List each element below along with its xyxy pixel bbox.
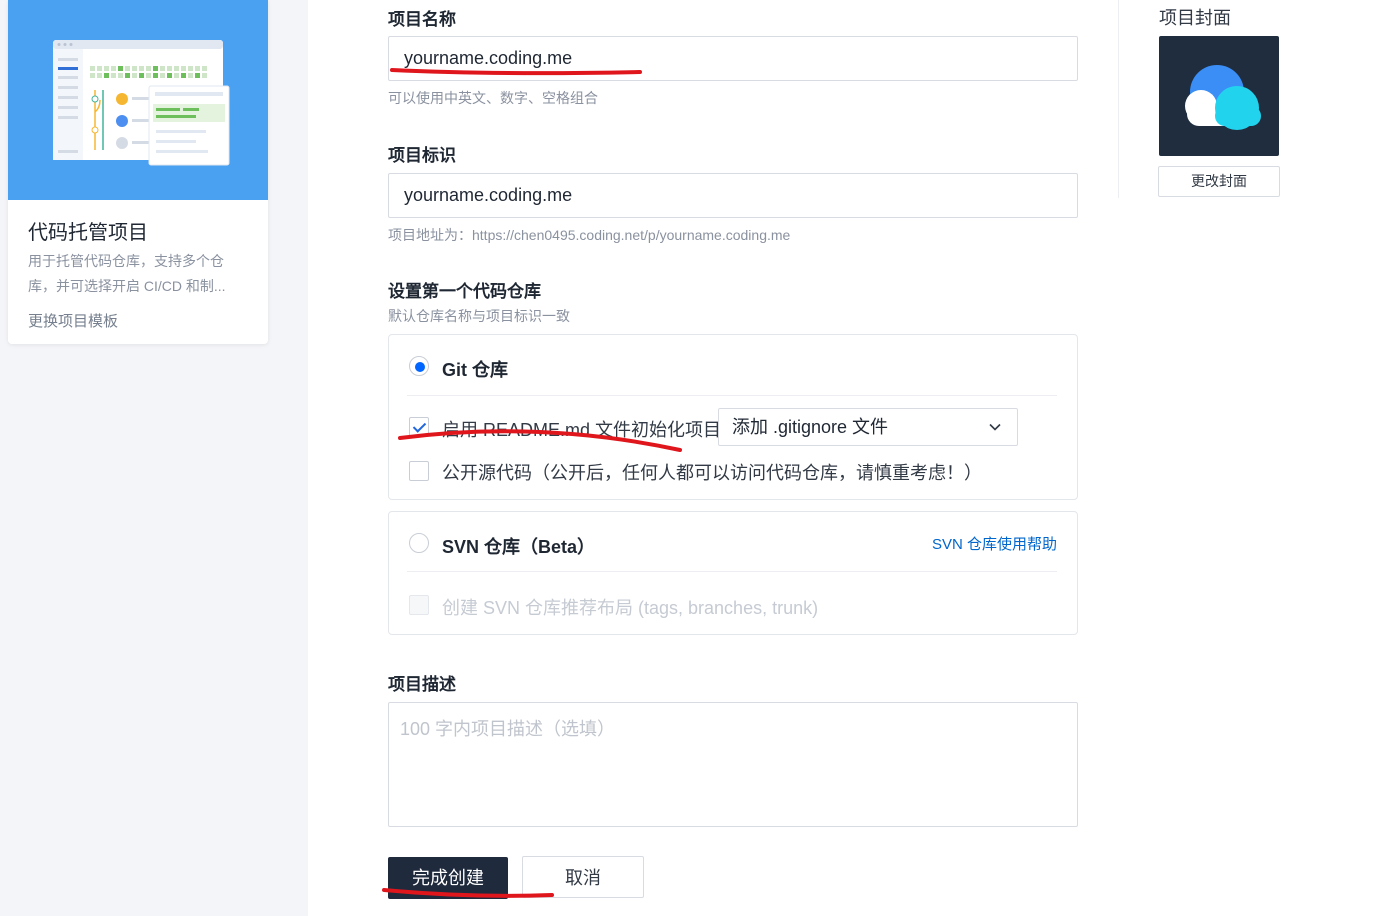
- template-description: 用于托管代码仓库，支持多个仓库，并可选择开启 CI/CD 和制...: [28, 253, 226, 294]
- first-repo-label: 设置第一个代码仓库: [388, 282, 541, 301]
- project-name-input[interactable]: yourname.coding.me: [388, 36, 1078, 81]
- cancel-button[interactable]: 取消: [522, 856, 644, 898]
- change-cover-button[interactable]: 更改封面: [1158, 166, 1280, 197]
- svn-help-link[interactable]: SVN 仓库使用帮助: [932, 533, 1057, 554]
- first-repo-hint: 默认仓库名称与项目标识一致: [388, 308, 570, 324]
- cloud-icon: [1185, 65, 1261, 130]
- gitignore-select[interactable]: 添加 .gitignore 文件: [718, 408, 1018, 446]
- create-button[interactable]: 完成创建: [388, 857, 508, 899]
- template-card: 代码托管项目 用于托管代码仓库，支持多个仓库，并可选择开启 CI/CD 和制..…: [8, 0, 268, 344]
- project-name-hint: 可以使用中英文、数字、空格组合: [388, 90, 598, 106]
- project-desc-label: 项目描述: [388, 675, 456, 694]
- cover-label: 项目封面: [1159, 8, 1231, 28]
- project-id-input[interactable]: yourname.coding.me: [388, 173, 1078, 218]
- left-panel: 代码托管项目 用于托管代码仓库，支持多个仓库，并可选择开启 CI/CD 和制..…: [0, 0, 308, 916]
- gitignore-select-value: 添加 .gitignore 文件: [732, 417, 889, 437]
- git-repo-option[interactable]: Git 仓库 启用 README.md 文件初始化项目 添加 .gitignor…: [388, 334, 1078, 500]
- project-url-hint: 项目地址为：https://chen0495.coding.net/p/your…: [388, 227, 791, 243]
- chevron-down-icon: [989, 423, 1001, 431]
- cover-image: [1159, 36, 1279, 156]
- svn-layout-label: 创建 SVN 仓库推荐布局 (tags, branches, trunk): [442, 598, 819, 618]
- svn-radio[interactable]: [409, 533, 429, 553]
- open-source-checkbox[interactable]: [409, 461, 429, 481]
- svn-repo-name: SVN 仓库（Beta）: [442, 537, 596, 557]
- svn-layout-checkbox: [409, 595, 429, 615]
- template-title: 代码托管项目: [28, 222, 148, 244]
- git-repo-name: Git 仓库: [442, 360, 508, 380]
- template-illustration: [8, 0, 268, 200]
- open-source-label[interactable]: 公开源代码（公开后，任何人都可以访问代码仓库，请慎重考虑！）: [442, 459, 982, 485]
- change-template-link[interactable]: 更换项目模板: [28, 310, 118, 331]
- divider: [1118, 0, 1119, 198]
- divider: [407, 571, 1057, 572]
- project-name-label: 项目名称: [388, 10, 456, 29]
- readme-checkbox[interactable]: [409, 417, 429, 437]
- project-id-label: 项目标识: [388, 146, 456, 165]
- git-radio[interactable]: [409, 356, 429, 376]
- divider: [407, 395, 1057, 396]
- svn-repo-option[interactable]: SVN 仓库（Beta） SVN 仓库使用帮助 创建 SVN 仓库推荐布局 (t…: [388, 511, 1078, 635]
- project-desc-textarea[interactable]: 100 字内项目描述（选填）: [388, 702, 1078, 827]
- readme-label[interactable]: 启用 README.md 文件初始化项目: [442, 416, 721, 442]
